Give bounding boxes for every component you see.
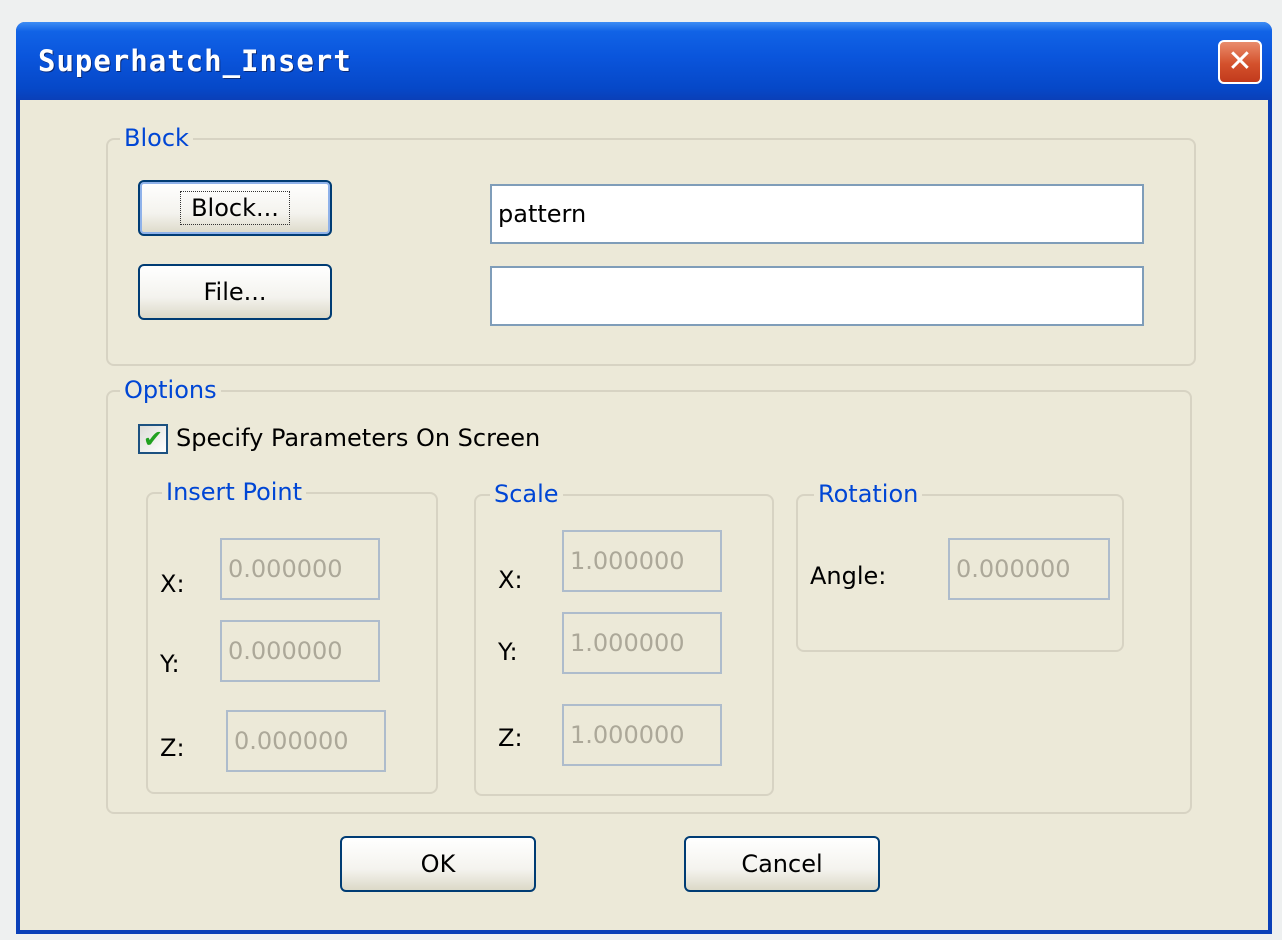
ok-button-label: OK [420,850,456,878]
rotation-legend: Rotation [814,479,923,509]
file-button-label: File... [203,278,267,306]
cancel-button-label: Cancel [741,850,823,878]
scale-z-field[interactable]: 1.000000 [562,704,722,766]
window-title: Superhatch_Insert [38,44,352,78]
insert-point-x-label: X: [160,570,185,598]
scale-y-label: Y: [498,638,518,666]
scale-x-field[interactable]: 1.000000 [562,530,722,592]
file-path-field[interactable] [490,266,1144,326]
cancel-button[interactable]: Cancel [684,836,880,892]
scale-y-field[interactable]: 1.000000 [562,612,722,674]
insert-point-y-label: Y: [160,650,180,678]
insert-point-legend: Insert Point [162,477,307,507]
close-icon: ✕ [1227,44,1253,79]
block-button-label: Block... [180,191,290,225]
scale-z-label: Z: [498,724,523,752]
scale-x-label: X: [498,566,523,594]
scale-legend: Scale [490,479,563,509]
block-name-field[interactable]: pattern [490,184,1144,244]
superhatch-insert-dialog: Superhatch_Insert ✕ Block Block... patte… [16,22,1272,934]
title-bar[interactable]: Superhatch_Insert ✕ [16,22,1272,100]
insert-point-z-field[interactable]: 0.000000 [226,710,386,772]
file-button[interactable]: File... [138,264,332,320]
block-group: Block [106,123,1196,366]
insert-point-x-field[interactable]: 0.000000 [220,538,380,600]
insert-point-y-field[interactable]: 0.000000 [220,620,380,682]
check-icon: ✔ [142,425,164,453]
specify-on-screen-label[interactable]: Specify Parameters On Screen [176,424,540,452]
rotation-angle-field[interactable]: 0.000000 [948,538,1110,600]
close-button[interactable]: ✕ [1218,40,1262,84]
block-button[interactable]: Block... [138,180,332,236]
options-group-legend: Options [120,375,221,405]
rotation-angle-label: Angle: [810,562,887,590]
specify-on-screen-checkbox[interactable]: ✔ [138,424,168,454]
ok-button[interactable]: OK [340,836,536,892]
block-group-legend: Block [120,123,193,153]
insert-point-z-label: Z: [160,734,185,762]
